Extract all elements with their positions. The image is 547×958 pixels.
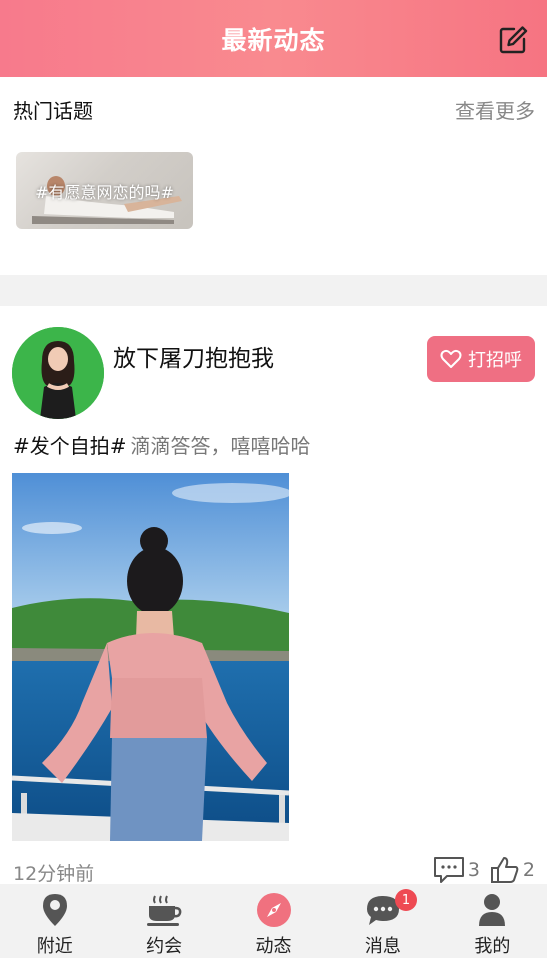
nav-item-dating[interactable]: 约会	[109, 884, 218, 958]
topic-card[interactable]: #有愿意网恋的吗#	[16, 152, 193, 229]
comment-count: 3	[467, 859, 480, 881]
location-pin-icon	[36, 892, 74, 928]
nav-label: 我的	[474, 936, 511, 957]
top-bar: 最新动态	[0, 0, 547, 77]
app-root: 最新动态 热门话题 查看更多 #有愿意网恋的吗# 放下屠刀抱抱我 打招呼 #发个…	[0, 0, 547, 958]
like-button[interactable]: 2	[490, 856, 535, 884]
thumbs-up-icon	[490, 857, 519, 883]
nav-item-feed[interactable]: 动态	[219, 884, 328, 958]
post-stats: 3 2	[423, 856, 535, 884]
post-hashtag[interactable]: #发个自拍#	[13, 434, 127, 458]
post-username[interactable]: 放下屠刀抱抱我	[113, 339, 274, 373]
view-more-link[interactable]: 查看更多	[455, 95, 535, 124]
edit-icon[interactable]	[497, 24, 529, 56]
comment-button[interactable]: 3	[433, 856, 480, 884]
feed-post: 放下屠刀抱抱我 打招呼 #发个自拍# 滴滴答答，嘻嘻哈哈 12分钟前 3 2	[0, 306, 547, 885]
nav-label: 动态	[255, 936, 292, 957]
nav-item-messages[interactable]: 1 消息	[328, 884, 437, 958]
nav-label: 消息	[364, 936, 401, 957]
post-time: 12分钟前	[13, 863, 95, 885]
greet-label: 打招呼	[468, 350, 522, 371]
user-icon	[473, 892, 511, 928]
hot-topics-title: 热门话题	[13, 99, 93, 123]
like-count: 2	[522, 859, 535, 881]
nav-item-nearby[interactable]: 附近	[0, 884, 109, 958]
post-body: 滴滴答答，嘻嘻哈哈	[130, 434, 311, 458]
message-badge: 1	[394, 889, 417, 911]
nav-item-profile[interactable]: 我的	[438, 884, 547, 958]
coffee-cup-icon	[145, 892, 183, 928]
nav-label: 约会	[146, 936, 183, 957]
heart-icon	[440, 349, 462, 368]
nav-label: 附近	[36, 936, 73, 957]
greet-button[interactable]: 打招呼	[427, 336, 535, 382]
avatar[interactable]	[12, 327, 104, 419]
post-photo[interactable]	[12, 473, 289, 841]
bottom-nav: 附近 约会 动态 1 消息 我的	[0, 884, 547, 958]
comment-icon	[433, 857, 464, 883]
hot-topics-section: 热门话题 查看更多 #有愿意网恋的吗#	[0, 77, 547, 275]
post-text: #发个自拍# 滴滴答答，嘻嘻哈哈	[13, 430, 311, 459]
page-title: 最新动态	[221, 25, 326, 55]
topic-label: #有愿意网恋的吗#	[35, 183, 174, 202]
compass-icon	[255, 892, 293, 928]
